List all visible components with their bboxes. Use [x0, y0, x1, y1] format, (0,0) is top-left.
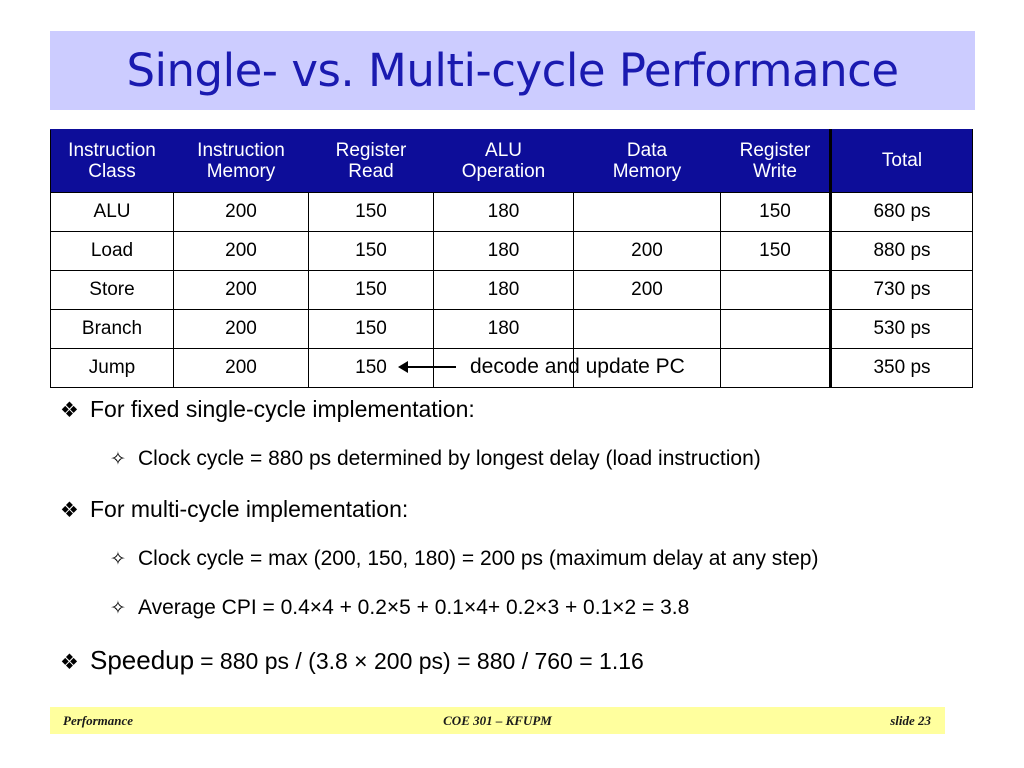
- cell-total: 530 ps: [829, 309, 973, 349]
- cell-instruction-memory: 200: [173, 309, 309, 349]
- bullet-item-multi-cycle-clock: ✧ Clock cycle = max (200, 150, 180) = 20…: [110, 547, 1006, 593]
- cell-total: 680 ps: [829, 192, 973, 232]
- cell-alu-operation: 180: [433, 309, 574, 349]
- footer-slide-number: slide 23: [890, 712, 931, 728]
- cell-instruction-class: Store: [50, 270, 174, 310]
- cell-data-memory: [573, 192, 721, 232]
- cell-register-read: 150: [308, 309, 434, 349]
- outline-diamond-bullet-icon: ✧: [110, 549, 126, 570]
- column-header-data-memory: Data Memory: [573, 129, 721, 193]
- speedup-equation: = 880 ps / (3.8 × 200 ps) = 880 / 760 = …: [200, 648, 644, 674]
- filled-diamond-bullet-icon: ❖: [60, 651, 79, 674]
- bullet-item-average-cpi: ✧ Average CPI = 0.4×4 + 0.2×5 + 0.1×4+ 0…: [110, 596, 1006, 642]
- table-row: ALU 200 150 180 150 680 ps: [50, 192, 973, 232]
- cell-instruction-memory: 200: [173, 231, 309, 271]
- bullet-item-single-cycle-clock: ✧ Clock cycle = 880 ps determined by lon…: [110, 447, 1006, 493]
- cell-data-memory: 200: [573, 270, 721, 310]
- cell-total: 730 ps: [829, 270, 973, 310]
- slide-title-bar: Single- vs. Multi-cycle Performance: [50, 31, 975, 110]
- cell-data-memory: [573, 348, 721, 388]
- bullet-text: Clock cycle = 880 ps determined by longe…: [138, 447, 761, 470]
- footer-course: COE 301 – KFUPM: [443, 712, 552, 728]
- instruction-timing-table: Instruction Class Instruction Memory Reg…: [50, 129, 973, 388]
- cell-register-write: [720, 348, 831, 388]
- table-header-row: Instruction Class Instruction Memory Reg…: [50, 129, 973, 193]
- filled-diamond-bullet-icon: ❖: [60, 399, 79, 422]
- filled-diamond-bullet-icon: ❖: [60, 499, 79, 522]
- cell-instruction-memory: 200: [173, 348, 309, 388]
- cell-register-write: 150: [720, 192, 831, 232]
- bullet-item-multi-cycle: ❖ For multi-cycle implementation:: [60, 496, 1006, 544]
- column-header-total: Total: [829, 129, 973, 193]
- cell-register-write: [720, 270, 831, 310]
- bullet-text: For fixed single-cycle implementation:: [90, 396, 475, 422]
- column-header-instruction-class: Instruction Class: [50, 129, 174, 193]
- bullet-text: Clock cycle = max (200, 150, 180) = 200 …: [138, 547, 819, 570]
- cell-total: 880 ps: [829, 231, 973, 271]
- cell-total: 350 ps: [829, 348, 973, 388]
- column-header-register-write: Register Write: [720, 129, 831, 193]
- table-row: Jump 200 150 350 ps: [50, 348, 973, 388]
- cell-instruction-class: ALU: [50, 192, 174, 232]
- cell-alu-operation: 180: [433, 270, 574, 310]
- page-title: Single- vs. Multi-cycle Performance: [126, 44, 899, 97]
- outline-diamond-bullet-icon: ✧: [110, 449, 126, 470]
- slide-footer: Performance COE 301 – KFUPM slide 23: [50, 707, 945, 734]
- cell-alu-operation: 180: [433, 231, 574, 271]
- table-row: Load 200 150 180 200 150 880 ps: [50, 231, 973, 271]
- cell-instruction-memory: 200: [173, 270, 309, 310]
- bullet-list: ❖ For fixed single-cycle implementation:…: [56, 396, 1006, 700]
- speedup-label: Speedup: [90, 645, 195, 675]
- bullet-text: Average CPI = 0.4×4 + 0.2×5 + 0.1×4+ 0.2…: [138, 596, 690, 619]
- cell-data-memory: [573, 309, 721, 349]
- cell-register-read: 150: [308, 348, 434, 388]
- cell-register-read: 150: [308, 231, 434, 271]
- footer-topic: Performance: [63, 712, 134, 728]
- column-header-instruction-memory: Instruction Memory: [173, 129, 309, 193]
- cell-register-read: 150: [308, 192, 434, 232]
- cell-instruction-class: Jump: [50, 348, 174, 388]
- cell-instruction-class: Load: [50, 231, 174, 271]
- column-header-alu-operation: ALU Operation: [433, 129, 574, 193]
- cell-instruction-class: Branch: [50, 309, 174, 349]
- cell-register-read: 150: [308, 270, 434, 310]
- table-row: Store 200 150 180 200 730 ps: [50, 270, 973, 310]
- column-header-register-read: Register Read: [308, 129, 434, 193]
- bullet-text: For multi-cycle implementation:: [90, 496, 409, 522]
- bullet-item-speedup: ❖ Speedup = 880 ps / (3.8 × 200 ps) = 88…: [60, 645, 1006, 697]
- cell-alu-operation: 180: [433, 192, 574, 232]
- cell-instruction-memory: 200: [173, 192, 309, 232]
- cell-register-write: 150: [720, 231, 831, 271]
- table-row: Branch 200 150 180 530 ps: [50, 309, 973, 349]
- bullet-item-single-cycle: ❖ For fixed single-cycle implementation:: [60, 396, 1006, 444]
- cell-register-write: [720, 309, 831, 349]
- cell-alu-operation: [433, 348, 574, 388]
- outline-diamond-bullet-icon: ✧: [110, 598, 126, 619]
- cell-data-memory: 200: [573, 231, 721, 271]
